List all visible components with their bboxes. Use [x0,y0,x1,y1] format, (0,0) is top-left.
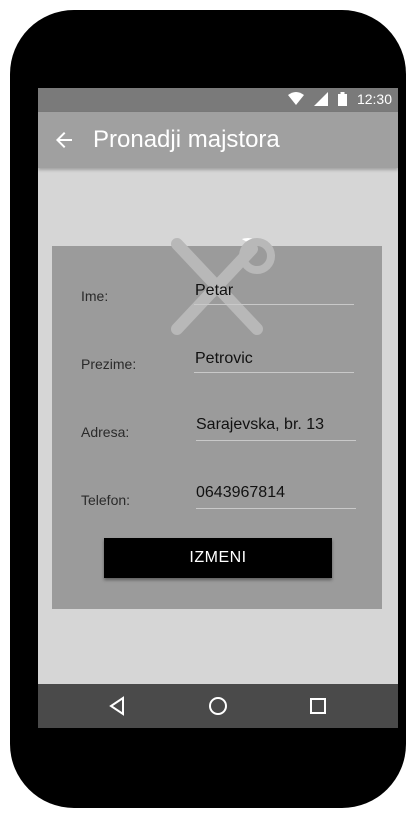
status-icons: 12:30 [287,91,392,107]
ime-field[interactable]: Petar [195,282,233,300]
signal-icon [313,92,328,106]
prezime-underline [194,372,354,373]
nav-back-icon[interactable] [106,694,130,718]
nav-home-icon[interactable] [206,694,230,718]
adresa-underline [196,440,356,441]
screen: 12:30 Pronadji majstora Ime: Petar Prezi… [38,88,398,728]
page-title: Pronadji majstora [93,126,280,153]
status-bar: 12:30 [38,88,398,112]
battery-icon [337,92,347,106]
adresa-field[interactable]: Sarajevska, br. 13 [196,416,324,434]
phone-frame: 12:30 Pronadji majstora Ime: Petar Prezi… [10,10,406,808]
adresa-label: Adresa: [81,424,130,440]
nav-recents-icon[interactable] [306,694,330,718]
app-bar: Pronadji majstora [38,112,398,168]
ime-label: Ime: [81,288,109,304]
back-arrow-icon[interactable] [52,128,76,152]
telefon-underline [196,508,356,509]
prezime-label: Prezime: [81,356,137,372]
ime-underline [194,304,354,305]
status-time: 12:30 [356,91,392,107]
telefon-label: Telefon: [81,492,131,508]
navigation-bar [38,684,398,728]
wifi-icon [287,92,304,105]
izmeni-button[interactable]: IZMENI [104,538,332,578]
edit-form-card: Ime: Petar Prezime: Petrovic Adresa: Sar… [52,238,382,609]
telefon-field[interactable]: 0643967814 [196,484,285,502]
prezime-field[interactable]: Petrovic [195,350,253,368]
